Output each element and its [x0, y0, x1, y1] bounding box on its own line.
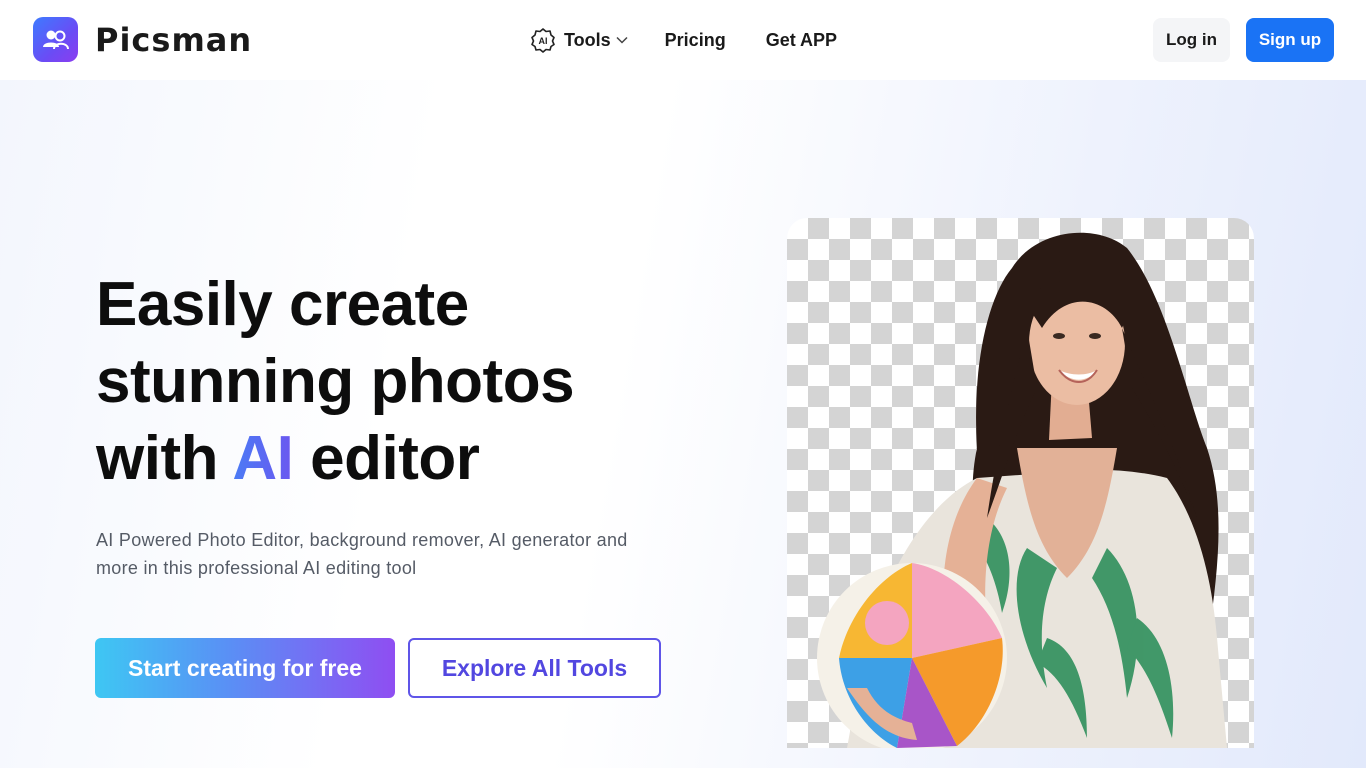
- ai-badge-icon: AI: [531, 28, 555, 53]
- hero-title-pre: with: [96, 424, 233, 493]
- hero-title-accent: AI: [232, 424, 294, 493]
- hero-subtitle: AI Powered Photo Editor, background remo…: [96, 530, 628, 578]
- woman-with-beach-ball-photo: [817, 232, 1227, 748]
- hero-section: Easily create stunning photos with AI ed…: [0, 80, 1366, 768]
- signup-button[interactable]: Sign up: [1246, 18, 1334, 62]
- nav-pricing-link[interactable]: Pricing: [665, 30, 726, 51]
- hero-title: Easily create stunning photos with AI ed…: [96, 266, 716, 497]
- showcase-image: [787, 218, 1254, 748]
- hero-title-post: editor: [293, 424, 480, 493]
- login-button[interactable]: Log in: [1153, 18, 1230, 62]
- chevron-down-icon: [616, 36, 628, 44]
- nav-tools-label: Tools: [564, 29, 611, 50]
- nav-tools-menu[interactable]: AI Tools: [530, 27, 629, 53]
- brand-logo[interactable]: Picsman: [33, 17, 252, 62]
- svg-text:AI: AI: [539, 36, 548, 46]
- hero-title-line2: stunning photos: [96, 347, 575, 416]
- brand-name: Picsman: [95, 20, 253, 59]
- users-photo-icon: [33, 17, 78, 62]
- nav-get-app-link[interactable]: Get APP: [766, 30, 837, 51]
- explore-tools-button[interactable]: Explore All Tools: [408, 638, 661, 698]
- start-creating-button[interactable]: Start creating for free: [95, 638, 395, 698]
- main-nav: AI Tools Pricing Get APP: [530, 0, 837, 80]
- hero-title-line1: Easily create: [96, 270, 469, 339]
- top-header: Picsman AI Tools Pricing Get APP Log in …: [0, 0, 1366, 80]
